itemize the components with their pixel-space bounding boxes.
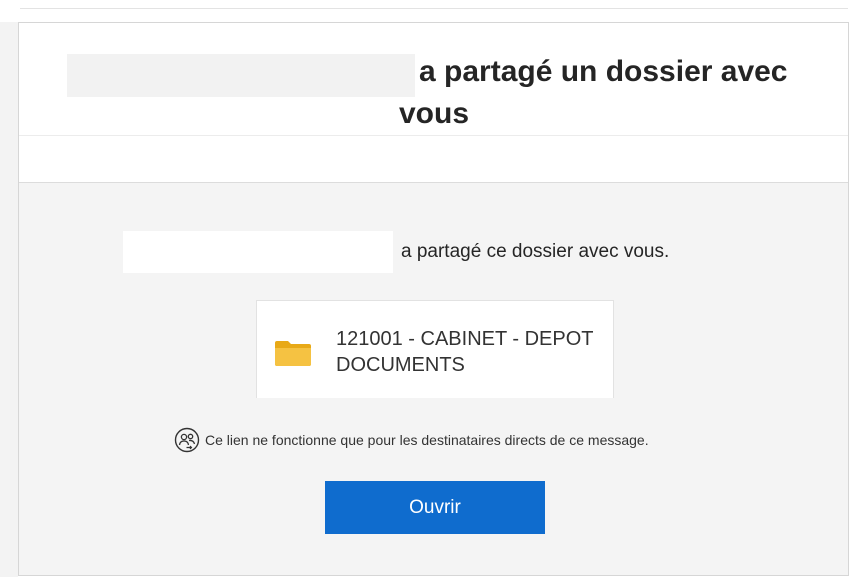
shared-message: a partagé ce dossier avec vous. <box>401 241 670 262</box>
open-button[interactable]: Ouvrir <box>325 481 545 534</box>
headline-line-2: vous <box>399 97 470 130</box>
notice-text: Ce lien ne fonctionne que pour les desti… <box>205 432 649 448</box>
redacted-sharer-name <box>123 231 393 273</box>
email-body: a partagé ce dossier avec vous. 121001 -… <box>19 183 848 575</box>
subheader-spacer <box>19 136 848 183</box>
shared-folder-card[interactable]: 121001 - CABINET - DEPOT DOCUMENTS <box>256 300 614 398</box>
left-margin <box>0 22 18 577</box>
share-email-card: a partagé un dossier avec vous a partagé… <box>18 22 849 576</box>
email-header: a partagé un dossier avec vous <box>19 23 848 135</box>
link-notice: Ce lien ne fonctionne que pour les desti… <box>174 427 649 453</box>
redacted-sender-name <box>67 54 415 97</box>
headline-line-1: a partagé un dossier avec <box>419 55 788 88</box>
page-title: a partagé un dossier avec vous <box>399 51 839 135</box>
folder-name[interactable]: 121001 - CABINET - DEPOT DOCUMENTS <box>336 326 606 378</box>
folder-icon <box>275 341 311 366</box>
people-link-icon <box>174 427 200 453</box>
top-divider <box>20 8 848 9</box>
